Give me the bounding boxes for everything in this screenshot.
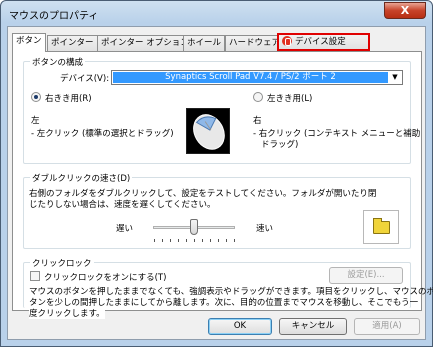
dialog-client: ボタン ポインター ポインター オプション ホイール ハードウェア デバイス設定… <box>7 26 433 340</box>
left-button-heading: 左 <box>31 116 40 126</box>
apply-button[interactable]: 適用(A) <box>354 318 420 335</box>
slider-tick <box>178 239 179 242</box>
right-button-desc-line2: ドラッグ) <box>261 140 299 150</box>
click-lock-checkbox-label[interactable]: クリックロックをオンにする(T) <box>44 271 166 283</box>
slider-slow-label: 遅い <box>116 224 134 234</box>
slider-tick <box>218 239 219 242</box>
right-button-heading: 右 <box>253 116 262 126</box>
device-label: デバイス(V): <box>60 74 110 84</box>
device-select[interactable]: Synaptics Scroll Pad V7.4 / PS/2 ポート 2 ▼ <box>111 70 403 85</box>
right-handed-radio[interactable] <box>31 92 41 102</box>
double-click-title: ダブルクリックの速さ(D) <box>30 172 133 184</box>
slider-tick <box>234 239 235 242</box>
left-handed-label[interactable]: 左きき用(L) <box>267 92 312 104</box>
left-button-desc: - 左クリック (標準の選択とドラッグ) <box>31 129 174 139</box>
close-button[interactable]: X <box>384 2 426 19</box>
tab-wheel[interactable]: ホイール <box>183 35 226 51</box>
cancel-button[interactable]: キャンセル <box>279 318 347 335</box>
device-select-value: Synaptics Scroll Pad V7.4 / PS/2 ポート 2 <box>113 72 388 83</box>
tab-pointers[interactable]: ポインター <box>47 35 98 51</box>
chevron-down-icon[interactable]: ▼ <box>389 72 401 83</box>
slider-tick <box>186 239 187 242</box>
tab-buttons[interactable]: ボタン <box>12 33 46 52</box>
double-click-desc-line2: じたりしない場合は、速度を遅くしてください。 <box>29 200 216 210</box>
title-bar[interactable]: マウスのプロパティ X <box>1 1 432 25</box>
tab-device-settings[interactable]: デバイス設定 <box>277 33 370 51</box>
click-lock-title: クリックロック <box>30 257 94 269</box>
mouse-properties-window: マウスのプロパティ X ボタン ポインター ポインター オプション ホイール ハ… <box>0 0 433 347</box>
slider-tick <box>154 239 155 242</box>
slider-tick <box>202 239 203 242</box>
tab-page-buttons: ボタンの構成 デバイス(V): Synaptics Scroll Pad V7.… <box>12 51 433 319</box>
tab-strip: ボタン ポインター ポインター オプション ホイール ハードウェア デバイス設定 <box>12 33 422 52</box>
ok-button[interactable]: OK <box>208 318 272 335</box>
slider-tick <box>162 239 163 242</box>
tab-hardware[interactable]: ハードウェア <box>225 35 285 51</box>
slider-tick <box>226 239 227 242</box>
click-lock-desc-line3: 度クリックします。 <box>29 307 105 319</box>
slider-tick <box>170 239 171 242</box>
left-handed-radio[interactable] <box>253 92 263 102</box>
synaptics-icon <box>282 36 292 46</box>
tab-pointer-options[interactable]: ポインター オプション <box>97 35 193 51</box>
right-handed-label[interactable]: 右きき用(R) <box>45 92 92 104</box>
tab-device-settings-label: デバイス設定 <box>295 37 346 47</box>
slider-tick <box>210 239 211 242</box>
window-title: マウスのプロパティ <box>9 11 99 22</box>
click-lock-checkbox[interactable] <box>30 271 40 281</box>
slider-tick <box>194 239 195 242</box>
double-click-speed-thumb[interactable] <box>190 219 198 235</box>
folder-icon[interactable] <box>373 218 390 234</box>
click-lock-settings-button[interactable]: 設定(E)... <box>329 267 403 284</box>
button-config-title: ボタンの構成 <box>30 56 86 68</box>
test-folder-box[interactable] <box>363 210 399 244</box>
mouse-icon <box>186 108 230 154</box>
slider-fast-label: 速い <box>256 224 274 234</box>
